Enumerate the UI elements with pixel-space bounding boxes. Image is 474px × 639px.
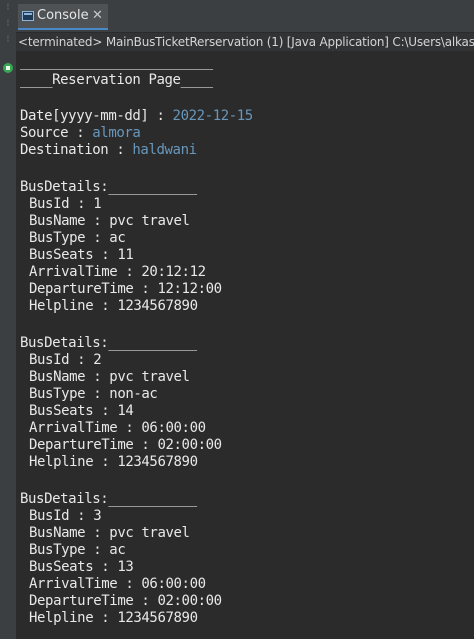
view-tab-bar: Console ✕ (16, 0, 474, 33)
date-line: Date[yyyy-mm-dd] : 2022-12-15 (20, 108, 253, 125)
bus-name: BusName : pvc travel (29, 525, 190, 541)
date-value: 2022-12-15 (172, 108, 254, 124)
departure-time: DepartureTime : 02:00:00 (29, 593, 222, 609)
destination-value: haldwani (132, 142, 197, 158)
bus-id: BusId : 1 (29, 196, 102, 212)
console-output[interactable]: ________________________ ____Reservation… (20, 54, 470, 639)
destination-line: Destination : haldwani (20, 142, 197, 159)
bus-details-header: BusDetails:___________ (20, 335, 197, 351)
bus-details-header: BusDetails:___________ (20, 179, 197, 195)
console-window: ⁝ ⁝ ⁝ Console ✕ <terminated> MainBusTick… (0, 0, 474, 639)
helpline: Helpline : 1234567890 (29, 298, 198, 314)
bus-seats: BusSeats : 11 (29, 247, 134, 263)
pin-icon[interactable]: ⁝ (2, 2, 14, 14)
bus-id: BusId : 3 (29, 508, 102, 524)
destination-label: Destination : (20, 142, 133, 158)
launch-description: <terminated> MainBusTicketRerservation (… (18, 35, 474, 49)
tab-console[interactable]: Console ✕ (18, 4, 108, 30)
close-icon[interactable]: ✕ (92, 8, 103, 24)
run-status-icon[interactable] (2, 62, 14, 74)
tab-console-label: Console (37, 8, 89, 23)
arrival-time: ArrivalTime : 20:12:12 (29, 264, 206, 280)
arrival-time: ArrivalTime : 06:00:00 (29, 420, 206, 436)
bus-type: BusType : ac (29, 230, 126, 246)
console-icon (22, 11, 34, 21)
helpline: Helpline : 1234567890 (29, 454, 198, 470)
bus-details-header: BusDetails:___________ (20, 491, 197, 507)
bus-id: BusId : 2 (29, 352, 102, 368)
arrival-time: ArrivalTime : 06:00:00 (29, 576, 206, 592)
source-label: Source : (20, 125, 93, 141)
bus-type: BusType : non-ac (29, 386, 158, 402)
bus-seats: BusSeats : 13 (29, 559, 134, 575)
departure-time: DepartureTime : 12:12:00 (29, 281, 222, 297)
departure-time: DepartureTime : 02:00:00 (29, 437, 222, 453)
source-line: Source : almora (20, 125, 141, 142)
page-title: ____Reservation Page____ (20, 72, 213, 88)
pin-icon[interactable]: ⁝ (2, 34, 14, 46)
divider-line: ________________________ (20, 54, 213, 70)
bus-name: BusName : pvc travel (29, 213, 190, 229)
left-gutter: ⁝ ⁝ ⁝ (0, 0, 16, 639)
source-value: almora (92, 125, 141, 141)
helpline: Helpline : 1234567890 (29, 610, 198, 626)
bus-type: BusType : ac (29, 542, 126, 558)
bus-seats: BusSeats : 14 (29, 403, 134, 419)
pin-icon[interactable]: ⁝ (2, 18, 14, 30)
date-label: Date[yyyy-mm-dd] : (20, 108, 173, 124)
bus-name: BusName : pvc travel (29, 369, 190, 385)
launch-description-bar: <terminated> MainBusTicketRerservation (… (16, 33, 474, 51)
